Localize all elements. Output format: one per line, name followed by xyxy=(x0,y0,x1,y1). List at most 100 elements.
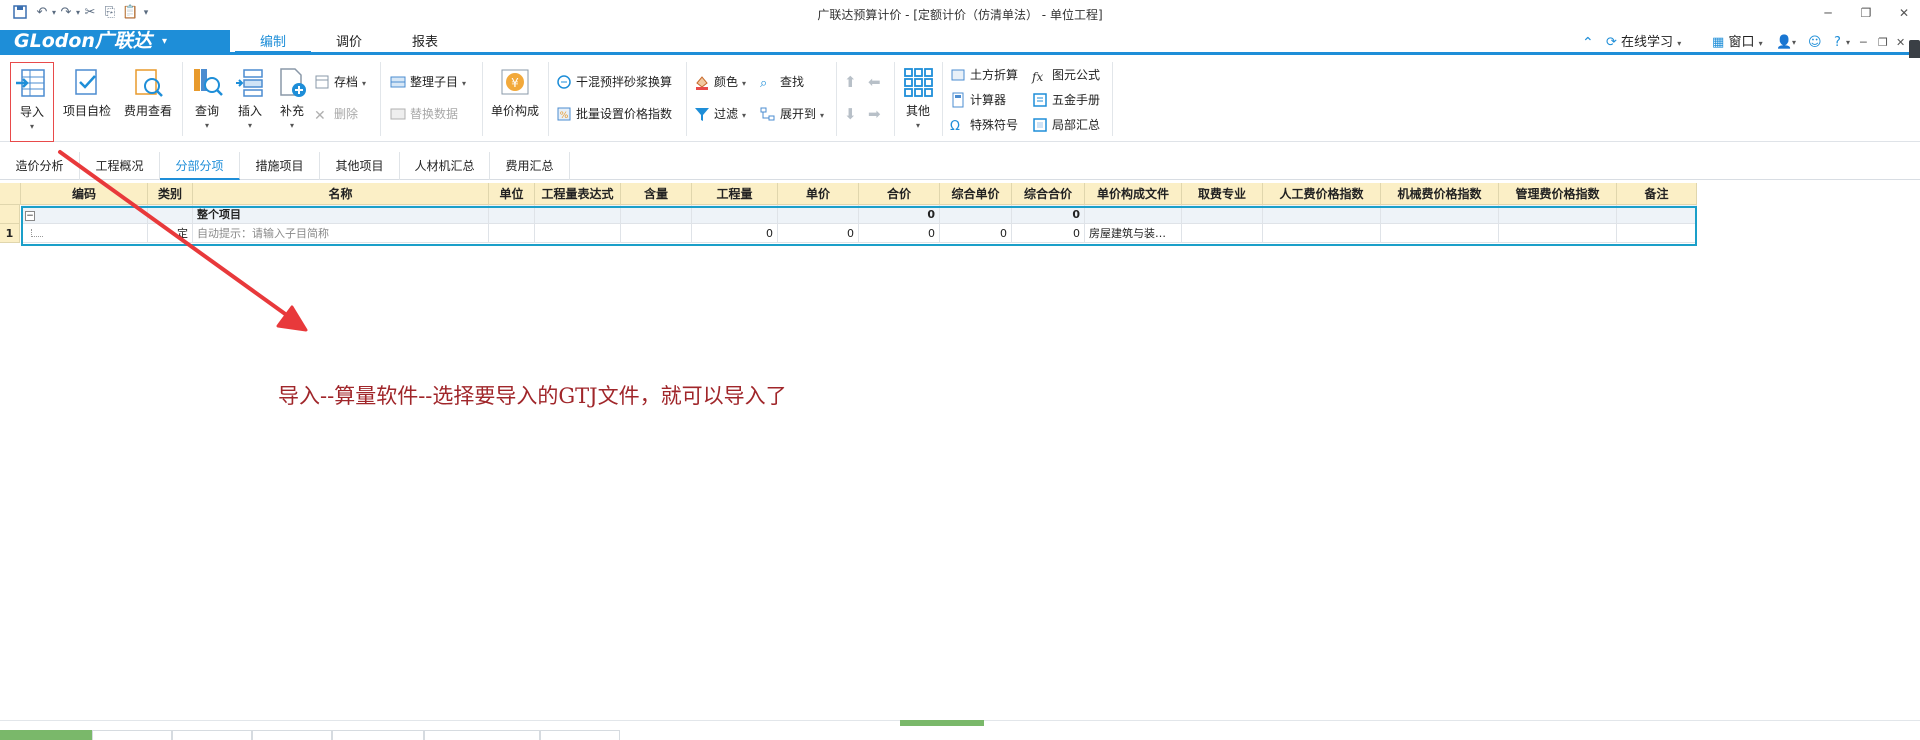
bottom-tab[interactable] xyxy=(424,730,540,740)
color-dropdown-icon[interactable]: ▾ xyxy=(742,79,746,88)
glodon-logo[interactable]: GLodon广联达 ▾ xyxy=(0,30,230,53)
service-icon[interactable]: ☺ xyxy=(1808,34,1822,52)
close-icon[interactable]: ✕ xyxy=(1894,4,1914,22)
table-cell-labor-index[interactable] xyxy=(1263,205,1381,224)
table-cell-price-file[interactable]: 房屋建筑与装… xyxy=(1085,224,1182,243)
partial-summary-button[interactable]: 局部汇总 xyxy=(1032,115,1100,135)
customize-quick-access-icon[interactable]: ▾ xyxy=(138,5,154,21)
row-header[interactable] xyxy=(0,205,20,224)
calculator-button[interactable]: 计算器 xyxy=(950,90,1006,110)
find-button[interactable]: ⌕ 查找 xyxy=(760,72,804,92)
col-header-type[interactable]: 类别 xyxy=(148,183,193,205)
help-dropdown-icon[interactable]: ▾ xyxy=(1846,34,1850,52)
delete-button[interactable]: ✕ 删除 xyxy=(314,104,358,124)
table-cell-quantity[interactable] xyxy=(692,205,778,224)
unit-price-composition-button[interactable]: ¥ 单价构成 xyxy=(488,62,542,142)
online-learning-button[interactable]: ⟳ 在线学习 ▾ xyxy=(1606,34,1681,53)
filter-dropdown-icon[interactable]: ▾ xyxy=(742,111,746,120)
table-cell-unit[interactable] xyxy=(489,224,535,243)
col-header-comp-unit-price[interactable]: 综合单价 xyxy=(940,183,1012,205)
doc-minimize-icon[interactable]: ─ xyxy=(1860,34,1867,52)
table-cell-fee-specialty[interactable] xyxy=(1182,224,1263,243)
col-header-content[interactable]: 含量 xyxy=(621,183,692,205)
move-down-icon[interactable]: ⬇ xyxy=(844,104,857,124)
table-cell-code[interactable] xyxy=(21,224,148,243)
hardware-manual-button[interactable]: 五金手册 xyxy=(1032,90,1100,110)
table-cell-labor-index[interactable] xyxy=(1263,224,1381,243)
table-cell-fee-specialty[interactable] xyxy=(1182,205,1263,224)
doc-close-icon[interactable]: ✕ xyxy=(1896,34,1905,52)
tab-edit[interactable]: 编制 xyxy=(235,33,311,53)
splitter-handle[interactable] xyxy=(900,720,984,726)
replace-data-button[interactable]: 替换数据 xyxy=(390,104,458,124)
insert-dropdown-icon[interactable]: ▾ xyxy=(230,121,270,130)
element-formula-button[interactable]: fx 图元公式 xyxy=(1032,65,1100,85)
archive-button[interactable]: 存档 ▾ xyxy=(314,72,366,92)
other-button[interactable]: 其他 ▾ xyxy=(898,62,938,142)
table-cell-comp-total[interactable]: 0 xyxy=(1012,205,1085,224)
tab-adjust-price[interactable]: 调价 xyxy=(311,33,387,53)
expand-to-button[interactable]: 展开到 ▾ xyxy=(760,104,824,124)
user-icon[interactable]: 👤 xyxy=(1776,34,1792,52)
tab-measures[interactable]: 措施项目 xyxy=(240,152,320,180)
table-cell-content[interactable] xyxy=(621,205,692,224)
col-header-note[interactable]: 备注 xyxy=(1617,183,1697,205)
online-learning-dropdown-icon[interactable]: ▾ xyxy=(1677,39,1681,48)
expand-to-dropdown-icon[interactable]: ▾ xyxy=(820,111,824,120)
project-check-button[interactable]: 项目自检 xyxy=(62,62,112,142)
other-dropdown-icon[interactable]: ▾ xyxy=(898,121,938,130)
table-cell-quantity[interactable]: 0 xyxy=(692,224,778,243)
special-symbol-button[interactable]: Ω 特殊符号 xyxy=(950,115,1018,135)
tab-labor-material-summary[interactable]: 人材机汇总 xyxy=(400,152,490,180)
table-cell-expression[interactable] xyxy=(535,224,621,243)
table-cell-note[interactable] xyxy=(1617,205,1697,224)
bottom-tab[interactable] xyxy=(252,730,332,740)
row-header[interactable]: 1 xyxy=(0,224,20,243)
supplement-dropdown-icon[interactable]: ▾ xyxy=(272,121,312,130)
insert-button[interactable]: 插入 ▾ xyxy=(230,62,270,142)
save-icon[interactable] xyxy=(12,5,28,21)
tab-sections-items[interactable]: 分部分项 xyxy=(160,152,240,180)
table-cell-code[interactable]: − xyxy=(21,205,148,224)
table-cell-name[interactable]: 整个项目 xyxy=(193,205,489,224)
col-header-fee-specialty[interactable]: 取费专业 xyxy=(1182,183,1263,205)
move-up-icon[interactable]: ⬆ xyxy=(844,72,857,92)
move-left-icon[interactable]: ⬅ xyxy=(868,72,881,92)
query-button[interactable]: 查询 ▾ xyxy=(186,62,228,142)
color-button[interactable]: 颜色 ▾ xyxy=(694,72,746,92)
table-cell-price-file[interactable] xyxy=(1085,205,1182,224)
table-cell-unit-price[interactable]: 0 xyxy=(778,224,859,243)
minimize-icon[interactable]: ─ xyxy=(1818,4,1838,22)
col-header-mgmt-index[interactable]: 管理费价格指数 xyxy=(1499,183,1617,205)
table-cell-machine-index[interactable] xyxy=(1381,224,1499,243)
fee-view-button[interactable]: 费用查看 xyxy=(122,62,174,142)
tab-other-items[interactable]: 其他项目 xyxy=(320,152,400,180)
collapse-toggle-icon[interactable]: − xyxy=(25,211,35,221)
tab-reports[interactable]: 报表 xyxy=(387,33,463,53)
tab-cost-analysis[interactable]: 造价分析 xyxy=(0,152,80,180)
bottom-tab[interactable] xyxy=(540,730,620,740)
help-icon[interactable]: ? xyxy=(1834,34,1841,52)
paste-icon[interactable]: 📋 xyxy=(122,5,138,21)
col-header-quantity[interactable]: 工程量 xyxy=(692,183,778,205)
batch-price-index-button[interactable]: % 批量设置价格指数 xyxy=(556,104,672,124)
table-cell-comp-price[interactable] xyxy=(940,205,1012,224)
query-dropdown-icon[interactable]: ▾ xyxy=(186,121,228,130)
dry-mix-mortar-button[interactable]: 干混预拌砂浆换算 xyxy=(556,72,672,92)
copy-icon[interactable]: ⎘ xyxy=(102,5,118,21)
table-cell-name[interactable]: 自动提示：请输入子目简称 xyxy=(193,224,489,243)
move-right-icon[interactable]: ➡ xyxy=(868,104,881,124)
table-cell-total[interactable]: 0 xyxy=(859,224,940,243)
col-header-price-file[interactable]: 单价构成文件 xyxy=(1085,183,1182,205)
archive-dropdown-icon[interactable]: ▾ xyxy=(362,79,366,88)
table-cell-unit[interactable] xyxy=(489,205,535,224)
col-header-machine-index[interactable]: 机械费价格指数 xyxy=(1381,183,1499,205)
earthwork-conversion-button[interactable]: 土方折算 xyxy=(950,65,1018,85)
table-cell-mgmt-index[interactable] xyxy=(1499,205,1617,224)
col-header-code[interactable]: 编码 xyxy=(21,183,148,205)
import-dropdown-icon[interactable]: ▾ xyxy=(11,122,53,131)
bottom-tab[interactable] xyxy=(92,730,172,740)
tab-fee-summary[interactable]: 费用汇总 xyxy=(490,152,570,180)
bottom-tab[interactable] xyxy=(0,730,92,740)
bottom-tab[interactable] xyxy=(332,730,424,740)
